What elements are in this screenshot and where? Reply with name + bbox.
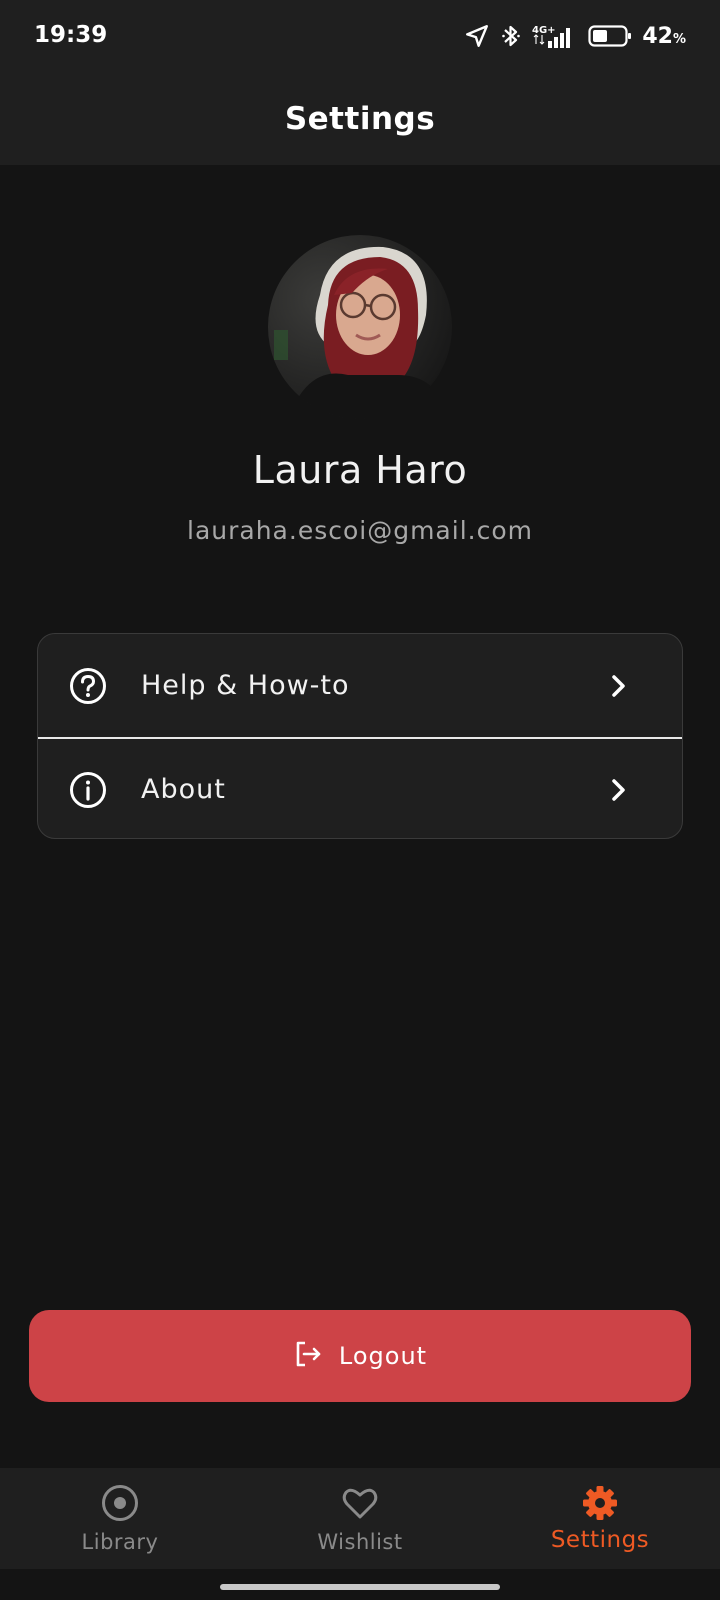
nav-item-settings[interactable]: Settings [480, 1468, 720, 1569]
chevron-right-icon [608, 673, 630, 699]
menu-item-label: Help & How-to [141, 670, 350, 701]
menu-item-label: About [141, 774, 226, 805]
settings-menu: Help & How-to About [37, 633, 683, 839]
battery-percent-unit: % [672, 31, 686, 47]
battery-percent-value: 42 [642, 23, 673, 49]
logout-button[interactable]: Logout [29, 1310, 691, 1402]
disc-icon [101, 1484, 139, 1522]
chevron-right-icon [608, 777, 630, 803]
nav-label: Settings [550, 1527, 650, 1553]
nav-item-wishlist[interactable]: Wishlist [240, 1468, 480, 1569]
nav-label: Library [81, 1530, 159, 1554]
logout-label: Logout [338, 1342, 428, 1370]
avatar[interactable] [268, 235, 452, 419]
info-circle-icon [69, 771, 107, 809]
status-bar: 19:39 4G+ 42% [0, 0, 720, 72]
battery-icon [588, 24, 632, 48]
bluetooth-icon [500, 23, 522, 49]
heart-icon [341, 1484, 379, 1522]
network-type-label: 4G+ [532, 25, 556, 36]
menu-item-help[interactable]: Help & How-to [38, 634, 682, 737]
home-indicator[interactable] [220, 1584, 500, 1590]
battery-percent: 42% [642, 24, 686, 49]
gear-icon [581, 1484, 619, 1522]
status-icons: 4G+ 42% [464, 20, 686, 52]
nav-label: Wishlist [317, 1530, 403, 1554]
logout-icon [293, 1339, 323, 1373]
location-arrow-icon [464, 23, 490, 49]
menu-item-about[interactable]: About [38, 737, 682, 838]
app-bar: Settings [0, 72, 720, 165]
signal-icon: 4G+ [532, 22, 578, 50]
profile-name: Laura Haro [252, 448, 468, 492]
status-time: 19:39 [34, 22, 108, 48]
help-circle-icon [69, 667, 107, 705]
bottom-nav: Library Wishlist Settings [0, 1468, 720, 1569]
page-title: Settings [284, 100, 436, 137]
profile-email: lauraha.escoi@gmail.com [187, 516, 533, 545]
nav-item-library[interactable]: Library [0, 1468, 240, 1569]
